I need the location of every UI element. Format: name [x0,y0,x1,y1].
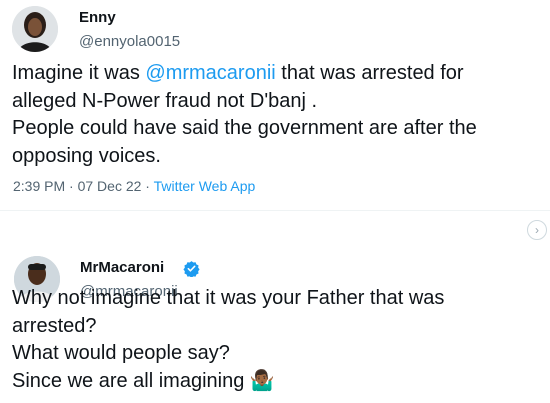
tweet-metadata: 2:39 PM · 07 Dec 22 · Twitter Web App [13,178,255,194]
tweet-text: Why not imagine that it was your Father … [12,285,444,395]
tweet-mrmacaroni[interactable]: MrMacaroni @mrmacaronii Why not imagine … [0,0,550,392]
tweet-text-line: arrested? [12,314,97,337]
display-name[interactable]: MrMacaroni [80,259,164,276]
verified-badge-icon [183,261,200,277]
tweet-text-line: What would people say? [12,342,230,364]
timestamp[interactable]: 2:39 PM · 07 Dec 22 · [13,178,154,194]
tweet-text-line: Since we are all imagining 🤷🏾‍♂️ [12,369,275,392]
client-link[interactable]: Twitter Web App [154,178,256,194]
divider [0,210,550,211]
tweet-text-line: Why not imagine that it was your Father … [12,287,445,309]
chevron-right-icon[interactable]: › [527,220,547,240]
